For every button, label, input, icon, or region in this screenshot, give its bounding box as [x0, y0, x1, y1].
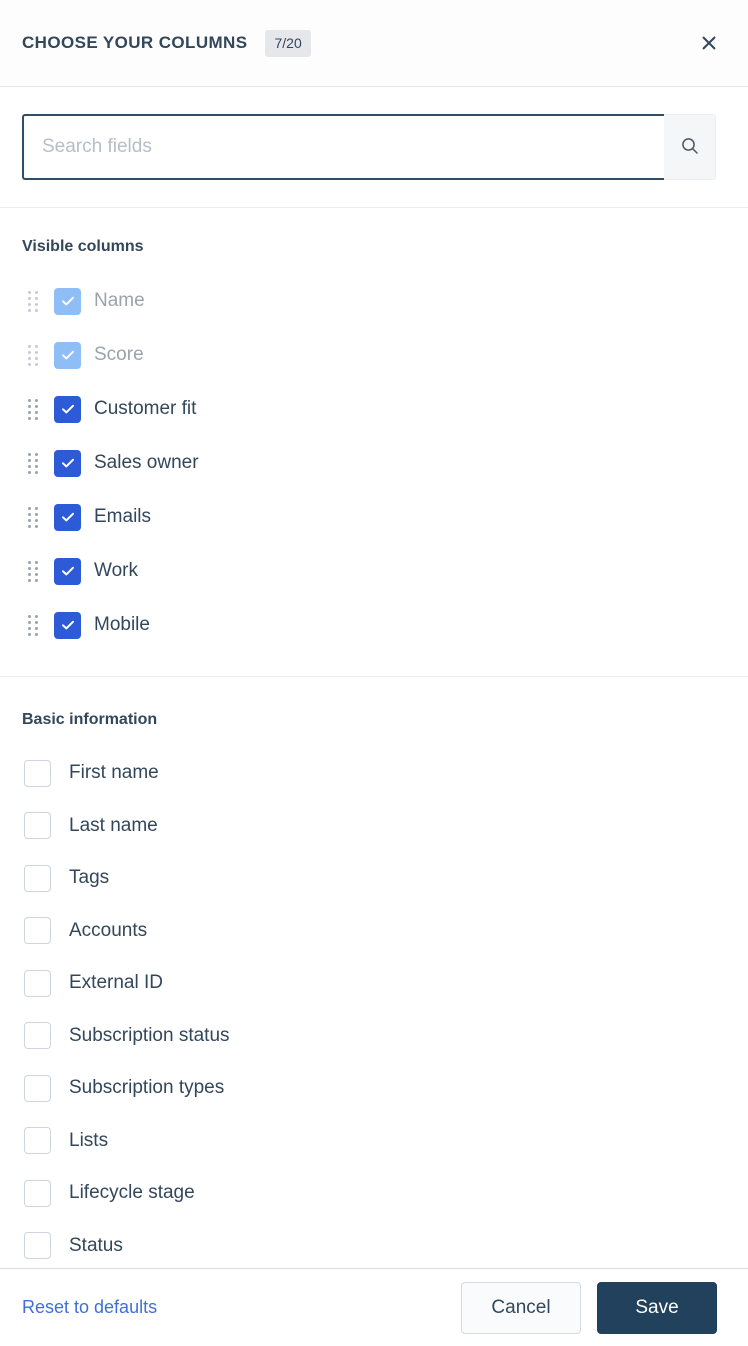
list-item-label: External ID [69, 972, 163, 994]
list-item[interactable]: Lifecycle stage [22, 1167, 726, 1220]
list-item-label: Sales owner [94, 452, 199, 473]
list-item[interactable]: Customer fit [22, 382, 726, 436]
save-button[interactable]: Save [597, 1281, 717, 1334]
list-item-label: Subscription types [69, 1077, 225, 1099]
drag-handle-icon[interactable] [22, 506, 44, 528]
checkbox-checked[interactable] [54, 557, 81, 585]
list-item[interactable]: Name [22, 274, 726, 328]
list-item-label: Accounts [69, 919, 148, 941]
search-section [0, 87, 748, 208]
list-item[interactable]: Emails [22, 490, 726, 544]
list-item[interactable]: Score [22, 328, 726, 382]
list-item-label: Score [94, 344, 144, 365]
checkbox-unchecked[interactable] [24, 864, 51, 892]
checkbox-unchecked[interactable] [24, 759, 51, 787]
checkbox-unchecked[interactable] [24, 969, 51, 997]
list-item-label: Status [69, 1234, 123, 1256]
selected-count-badge: 7/20 [265, 29, 311, 57]
list-item[interactable]: Mobile [22, 598, 726, 652]
list-item[interactable]: Subscription status [22, 1010, 726, 1063]
search-button[interactable] [664, 114, 716, 180]
choose-columns-dialog: CHOOSE YOUR COLUMNS 7/20 Search fields V… [0, 0, 748, 1346]
list-item[interactable]: Sales owner [22, 436, 726, 490]
drag-handle-icon[interactable] [22, 290, 44, 312]
list-item[interactable]: Last name [22, 800, 726, 853]
checkbox-checked[interactable] [54, 395, 81, 423]
list-item[interactable]: First name [22, 747, 726, 800]
columns-scroll-area[interactable]: Visible columns Name Score Customer fit … [0, 208, 748, 1268]
drag-handle-icon[interactable] [22, 344, 44, 366]
list-item-label: Customer fit [94, 398, 197, 419]
reset-to-defaults-link[interactable]: Reset to defaults [22, 1297, 157, 1318]
list-item-label: Tags [69, 867, 110, 889]
drag-handle-icon[interactable] [22, 398, 44, 420]
checkbox-unchecked[interactable] [24, 917, 51, 945]
list-item-label: Mobile [94, 614, 150, 635]
checkbox-unchecked[interactable] [24, 812, 51, 840]
page-title: CHOOSE YOUR COLUMNS [22, 33, 248, 52]
visible-columns-list: Name Score Customer fit Sales owner Emai… [22, 274, 726, 652]
visible-columns-title: Visible columns [22, 238, 144, 255]
checkbox-checked[interactable] [54, 503, 81, 531]
list-item[interactable]: External ID [22, 957, 726, 1010]
close-button[interactable] [692, 26, 726, 60]
list-item-label: Emails [94, 506, 152, 527]
list-item[interactable]: Accounts [22, 905, 726, 958]
checkbox-checked[interactable] [54, 611, 81, 639]
visible-columns-section: Visible columns Name Score Customer fit … [0, 208, 748, 677]
dialog-footer: Reset to defaults Cancel Save [0, 1268, 748, 1346]
checkbox-unchecked[interactable] [24, 1127, 51, 1155]
list-item[interactable]: Tags [22, 852, 726, 905]
list-item-label: Name [94, 290, 145, 311]
list-item[interactable]: Status [22, 1220, 726, 1269]
cancel-button[interactable]: Cancel [461, 1281, 581, 1334]
list-item-label: Subscription status [69, 1024, 230, 1046]
drag-handle-icon[interactable] [22, 614, 44, 636]
checkbox-checked-disabled [54, 341, 81, 369]
basic-information-section: Basic information First name Last name T… [0, 677, 748, 1268]
search-field-wrapper [22, 114, 716, 180]
list-item-label: Lists [69, 1129, 109, 1151]
dialog-header: CHOOSE YOUR COLUMNS 7/20 [0, 0, 748, 87]
checkbox-unchecked[interactable] [24, 1074, 51, 1102]
list-item-label: Work [94, 560, 138, 581]
drag-handle-icon[interactable] [22, 452, 44, 474]
checkbox-unchecked[interactable] [24, 1232, 51, 1260]
close-icon [699, 33, 719, 53]
list-item-label: First name [69, 762, 159, 784]
checkbox-checked-disabled [54, 287, 81, 315]
basic-information-title: Basic information [22, 711, 158, 728]
checkbox-checked[interactable] [54, 449, 81, 477]
list-item-label: Last name [69, 814, 158, 836]
search-icon [679, 135, 701, 160]
list-item[interactable]: Lists [22, 1115, 726, 1168]
list-item-label: Lifecycle stage [69, 1182, 195, 1204]
list-item[interactable]: Subscription types [22, 1062, 726, 1115]
basic-information-list: First name Last name Tags Accounts Exter… [22, 747, 726, 1268]
checkbox-unchecked[interactable] [24, 1179, 51, 1207]
search-input[interactable] [22, 114, 664, 180]
drag-handle-icon[interactable] [22, 560, 44, 582]
checkbox-unchecked[interactable] [24, 1022, 51, 1050]
list-item[interactable]: Work [22, 544, 726, 598]
